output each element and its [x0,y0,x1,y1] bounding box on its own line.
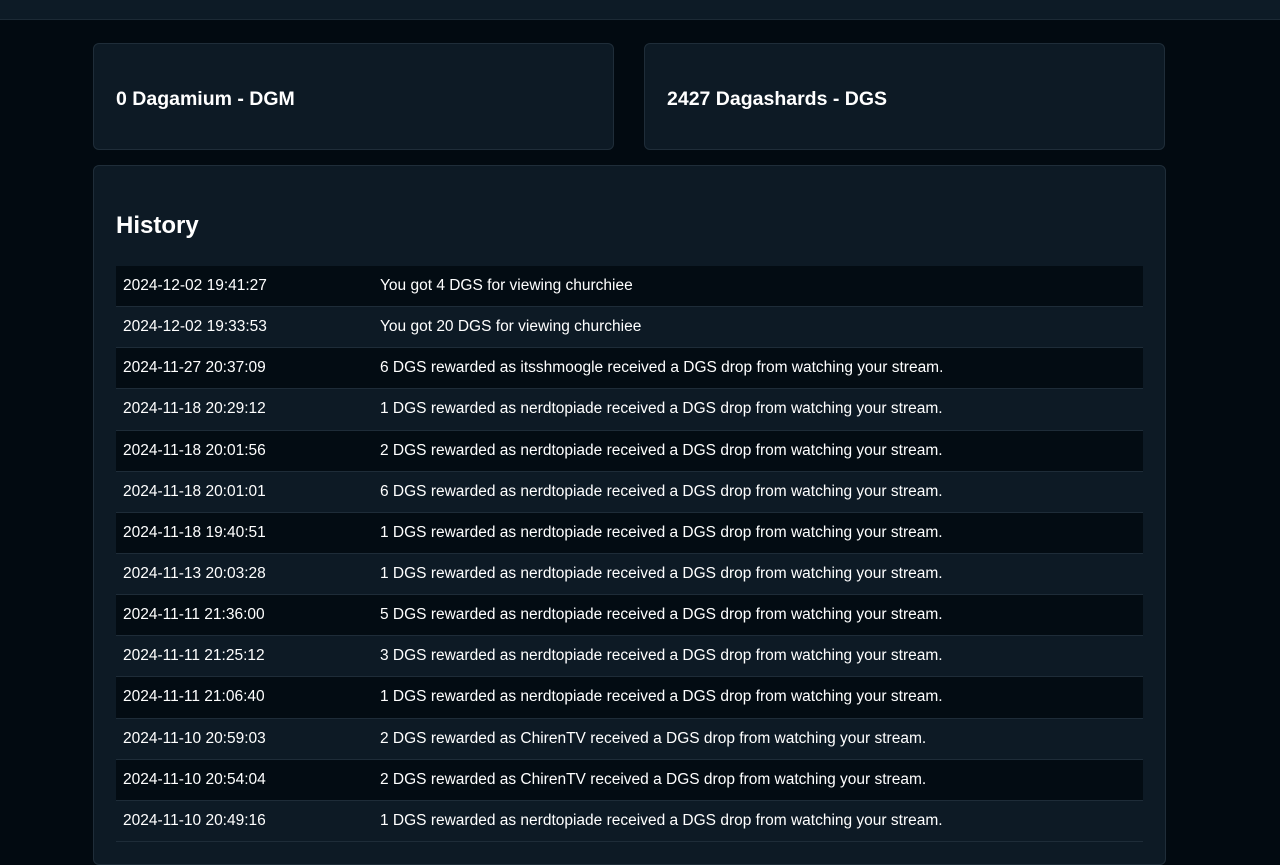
row-date: 2024-11-18 20:29:12 [123,400,266,418]
table-row: 2024-11-18 20:29:12 1 DGS rewarded as ne… [116,389,1143,431]
row-description: 1 DGS rewarded as nerdtopiade received a… [380,523,943,541]
table-row: 2024-11-27 20:37:09 6 DGS rewarded as it… [116,348,1143,390]
row-description: 1 DGS rewarded as nerdtopiade received a… [380,688,943,706]
row-description: 2 DGS rewarded as nerdtopiade received a… [380,441,943,459]
row-date: 2024-11-18 20:01:01 [123,482,266,500]
history-card: History 2024-12-02 19:41:27 You got 4 DG… [93,165,1166,865]
table-row: 2024-11-10 20:49:16 1 DGS rewarded as ne… [116,800,1143,842]
row-date: 2024-11-10 20:59:03 [123,729,266,747]
dgs-balance: 2427 Dagashards - DGS [667,88,888,110]
table-row: 2024-11-18 20:01:01 6 DGS rewarded as ne… [116,471,1143,513]
row-date: 2024-11-10 20:54:04 [123,770,266,788]
dgs-balance-card: 2427 Dagashards - DGS [644,43,1165,150]
table-row: 2024-11-10 20:54:04 2 DGS rewarded as Ch… [116,759,1143,801]
row-date: 2024-11-18 19:40:51 [123,523,266,541]
top-navbar [0,0,1280,20]
table-row: 2024-11-11 21:06:40 1 DGS rewarded as ne… [116,677,1143,719]
row-date: 2024-11-11 21:25:12 [123,647,265,665]
table-row: 2024-11-18 20:01:56 2 DGS rewarded as ne… [116,430,1143,472]
table-row: 2024-12-02 19:33:53 You got 20 DGS for v… [116,307,1143,349]
row-description: 6 DGS rewarded as itsshmoogle received a… [380,359,944,377]
table-row: 2024-12-02 19:41:27 You got 4 DGS for vi… [116,266,1143,308]
row-description: 1 DGS rewarded as nerdtopiade received a… [380,811,943,829]
row-date: 2024-11-13 20:03:28 [123,564,266,582]
row-date: 2024-11-10 20:49:16 [123,811,266,829]
history-table: 2024-12-02 19:41:27 You got 4 DGS for vi… [116,266,1143,842]
table-row: 2024-11-11 21:25:12 3 DGS rewarded as ne… [116,636,1143,678]
row-date: 2024-11-18 20:01:56 [123,441,266,459]
row-description: 2 DGS rewarded as ChirenTV received a DG… [380,770,927,788]
table-row: 2024-11-13 20:03:28 1 DGS rewarded as ne… [116,553,1143,596]
row-description: 1 DGS rewarded as nerdtopiade received a… [380,564,943,582]
table-row: 2024-11-11 21:36:00 5 DGS rewarded as ne… [116,595,1143,637]
table-row: 2024-11-10 20:59:03 2 DGS rewarded as Ch… [116,718,1143,760]
row-description: 1 DGS rewarded as nerdtopiade received a… [380,400,943,418]
row-date: 2024-12-02 19:33:53 [123,318,267,336]
row-date: 2024-12-02 19:41:27 [123,277,267,294]
row-description: You got 20 DGS for viewing churchiee [380,318,642,336]
dgm-balance: 0 Dagamium - DGM [116,88,295,110]
row-date: 2024-11-11 21:36:00 [123,606,265,624]
dgm-balance-card: 0 Dagamium - DGM [93,43,614,150]
history-title: History [116,212,199,239]
row-date: 2024-11-27 20:37:09 [123,359,266,377]
row-description: You got 4 DGS for viewing churchiee [380,277,633,294]
row-description: 2 DGS rewarded as ChirenTV received a DG… [380,729,927,747]
row-description: 3 DGS rewarded as nerdtopiade received a… [380,647,943,665]
row-description: 6 DGS rewarded as nerdtopiade received a… [380,482,943,500]
row-date: 2024-11-11 21:06:40 [123,688,265,706]
table-row: 2024-11-18 19:40:51 1 DGS rewarded as ne… [116,512,1143,554]
row-description: 5 DGS rewarded as nerdtopiade received a… [380,606,943,624]
